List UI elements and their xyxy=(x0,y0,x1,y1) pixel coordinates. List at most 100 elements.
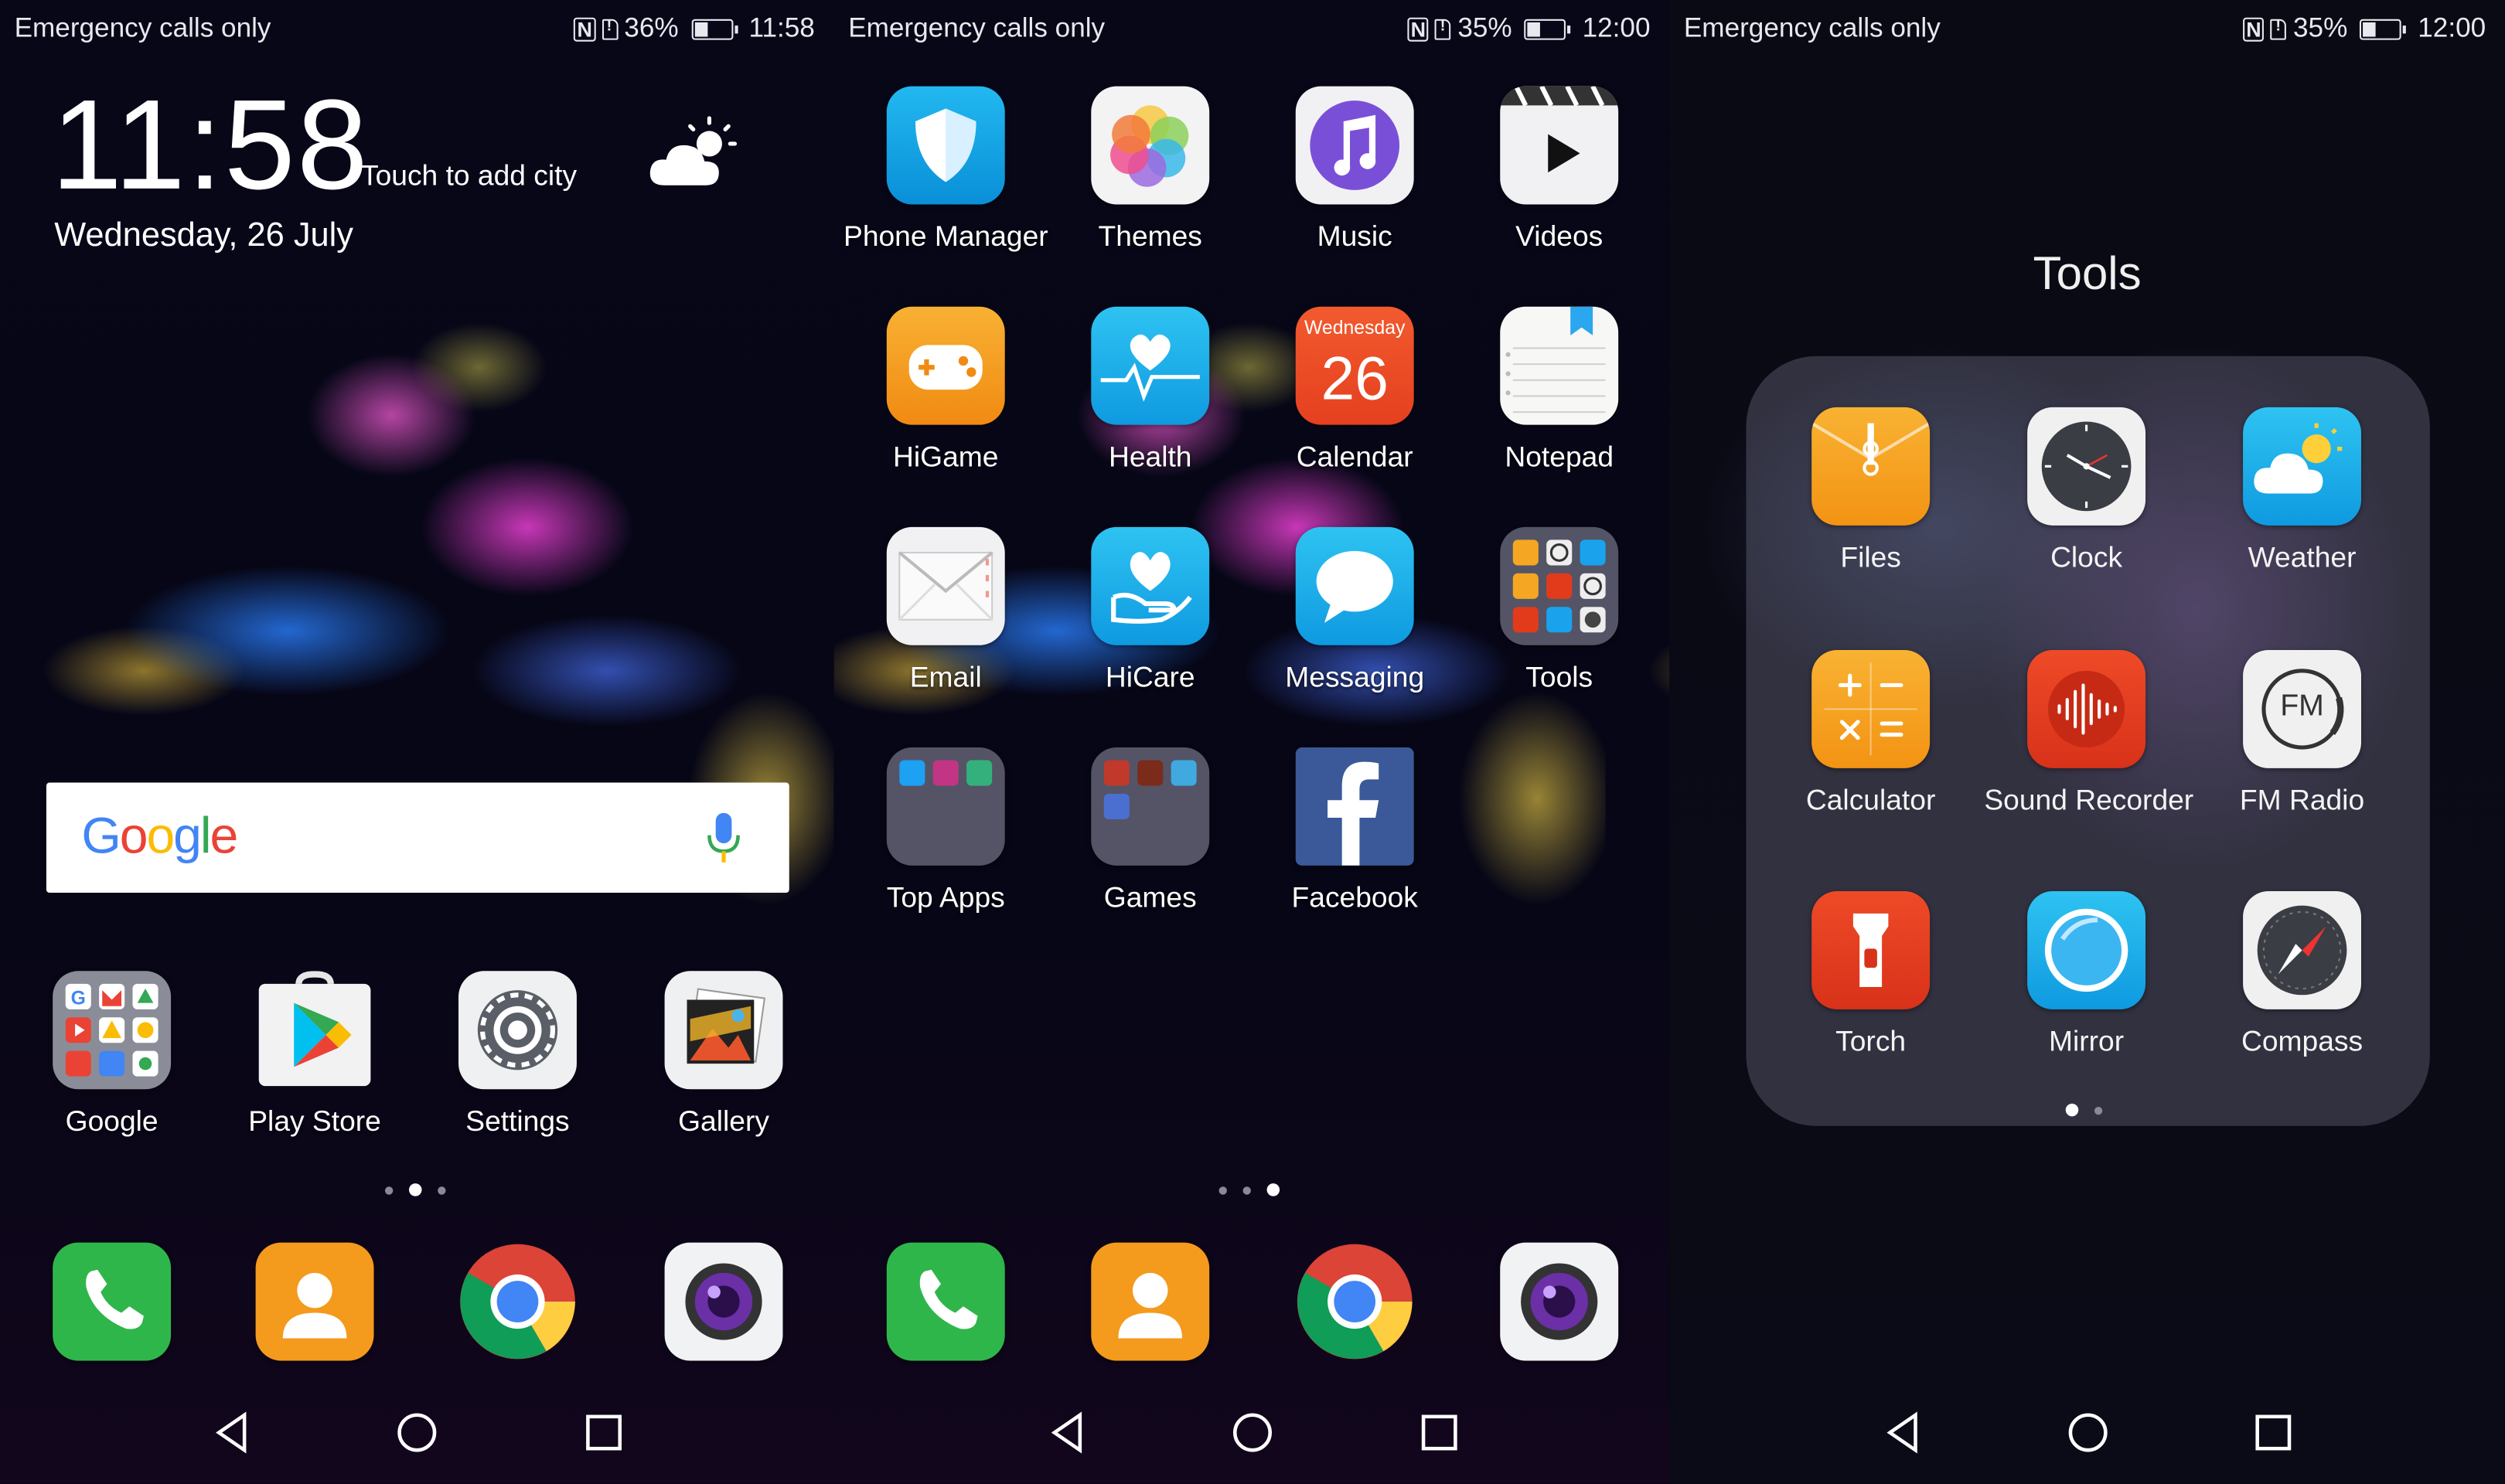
back-triangle-icon[interactable] xyxy=(213,1411,251,1455)
battery-icon xyxy=(2360,18,2407,39)
carrier-text: Emergency calls only xyxy=(14,12,271,43)
dock-contacts[interactable] xyxy=(1048,1242,1252,1361)
app-mirror[interactable]: Mirror xyxy=(1984,890,2188,1059)
app-videos[interactable]: Videos xyxy=(1457,86,1661,254)
app-files[interactable]: Files xyxy=(1768,407,1972,575)
app-play-store[interactable]: Play Store xyxy=(213,971,417,1139)
battery-percent: 35% xyxy=(2293,12,2348,43)
recent-square-icon[interactable] xyxy=(2254,1411,2293,1455)
sim-alert-icon xyxy=(602,17,619,39)
phone-handset-icon xyxy=(53,1242,172,1361)
app-higame[interactable]: HiGame xyxy=(844,306,1048,475)
recent-square-icon[interactable] xyxy=(1420,1411,1459,1455)
camera-lens-icon xyxy=(1500,1242,1619,1361)
email-envelope-icon xyxy=(886,526,1005,645)
clock-icon xyxy=(2027,407,2146,526)
home-circle-icon[interactable] xyxy=(2067,1411,2109,1455)
app-gallery[interactable]: Gallery xyxy=(622,971,826,1139)
sound-recorder-waveform-icon xyxy=(2027,649,2146,768)
app-label: Phone Manager xyxy=(844,220,1048,253)
page-dot[interactable] xyxy=(438,1186,446,1194)
app-themes[interactable]: Themes xyxy=(1048,86,1252,254)
back-triangle-icon[interactable] xyxy=(1883,1411,1922,1455)
calendar-day-name: Wednesday xyxy=(1304,316,1406,339)
app-weather[interactable]: Weather xyxy=(2200,407,2404,575)
dock-phone[interactable] xyxy=(9,1242,213,1361)
dock-phone[interactable] xyxy=(844,1242,1048,1361)
page-dot[interactable] xyxy=(2094,1105,2103,1115)
svg-text:G: G xyxy=(71,989,86,1009)
app-torch[interactable]: Torch xyxy=(1768,890,1972,1059)
compass-icon xyxy=(2243,890,2361,1009)
add-city-link[interactable]: Touch to add city xyxy=(361,160,577,193)
app-label: HiCare xyxy=(1105,661,1195,693)
clock-widget-date[interactable]: Wednesday, 26 July xyxy=(54,217,353,256)
notepad-icon xyxy=(1500,306,1619,425)
page-dot[interactable] xyxy=(1242,1186,1251,1194)
app-label: FM Radio xyxy=(2239,784,2365,816)
page-dot[interactable] xyxy=(1218,1186,1227,1194)
partly-cloudy-day-icon[interactable] xyxy=(646,115,741,192)
app-clock[interactable]: Clock xyxy=(1984,407,2188,575)
app-calculator[interactable]: Calculator xyxy=(1768,649,1972,818)
back-triangle-icon[interactable] xyxy=(1048,1411,1086,1455)
folder-title[interactable]: Tools xyxy=(1669,249,2505,301)
app-messaging[interactable]: Messaging xyxy=(1252,526,1457,695)
contacts-person-icon xyxy=(1091,1242,1210,1361)
dock-chrome[interactable] xyxy=(415,1243,619,1361)
clock-widget-time[interactable]: 11:58 xyxy=(51,73,370,217)
app-hicare[interactable]: HiCare xyxy=(1048,526,1252,695)
app-label: Calculator xyxy=(1805,784,1936,816)
app-fm-radio[interactable]: FM FM Radio xyxy=(2200,649,2404,818)
app-email[interactable]: Email xyxy=(844,526,1048,695)
app-health[interactable]: Health xyxy=(1048,306,1252,475)
app-label: Torch xyxy=(1835,1025,1907,1057)
sim-alert-icon xyxy=(2271,17,2287,39)
settings-gear-icon xyxy=(458,971,577,1090)
dock-contacts[interactable] xyxy=(213,1242,417,1361)
dock-camera[interactable] xyxy=(1457,1242,1661,1361)
dock-camera[interactable] xyxy=(622,1242,826,1361)
app-facebook[interactable]: Facebook xyxy=(1252,747,1457,915)
app-label: Games xyxy=(1103,881,1197,914)
status-bar: Emergency calls only N 35% 12:00 xyxy=(1669,0,2505,57)
app-notepad[interactable]: Notepad xyxy=(1457,306,1661,475)
app-sound-recorder[interactable]: Sound Recorder xyxy=(1984,649,2193,818)
app-games-folder[interactable]: Games xyxy=(1048,747,1252,915)
app-label: Music xyxy=(1317,220,1392,253)
app-music[interactable]: Music xyxy=(1252,86,1457,254)
page-dot-current[interactable] xyxy=(408,1183,422,1196)
app-phone-manager[interactable]: Phone Manager xyxy=(844,86,1048,254)
home-screen-1: Emergency calls only N 36% 11:58 11:58 T… xyxy=(0,0,834,1484)
dock-chrome[interactable] xyxy=(1252,1243,1457,1361)
home-circle-icon[interactable] xyxy=(396,1411,438,1455)
app-tools-folder[interactable]: Tools xyxy=(1457,526,1661,695)
phone-handset-icon xyxy=(886,1242,1005,1361)
battery-icon xyxy=(691,18,738,39)
torch-flashlight-icon xyxy=(1811,890,1931,1009)
app-label: Themes xyxy=(1098,220,1202,253)
top-apps-folder-icon xyxy=(886,747,1005,866)
google-folder-icon: G xyxy=(53,971,172,1090)
page-dot-current[interactable] xyxy=(2065,1103,2079,1117)
page-dot-current[interactable] xyxy=(1266,1183,1280,1196)
app-label: Email xyxy=(909,661,982,693)
home-circle-icon[interactable] xyxy=(1232,1411,1273,1455)
battery-percent: 36% xyxy=(624,12,679,43)
app-google-folder[interactable]: G Google xyxy=(9,971,213,1139)
phone-manager-shield-icon xyxy=(886,86,1005,205)
page-dot[interactable] xyxy=(384,1186,394,1194)
status-bar: Emergency calls only N 36% 11:58 xyxy=(0,0,834,57)
app-label: Files xyxy=(1840,541,1901,574)
app-top-apps-folder[interactable]: Top Apps xyxy=(844,747,1048,915)
google-search-bar[interactable]: Google xyxy=(46,782,789,893)
games-folder-icon xyxy=(1091,747,1210,866)
app-settings[interactable]: Settings xyxy=(415,971,619,1139)
recent-square-icon[interactable] xyxy=(584,1411,623,1455)
app-calendar[interactable]: Wednesday 26 Calendar xyxy=(1252,306,1457,475)
hicare-hand-heart-icon xyxy=(1091,526,1210,645)
app-compass[interactable]: Compass xyxy=(2200,890,2404,1059)
mic-icon[interactable] xyxy=(706,812,741,864)
folder-container: Files Clock Weather Calculator Sound Rec… xyxy=(1746,356,2430,1126)
sim-alert-icon xyxy=(1435,17,1452,39)
